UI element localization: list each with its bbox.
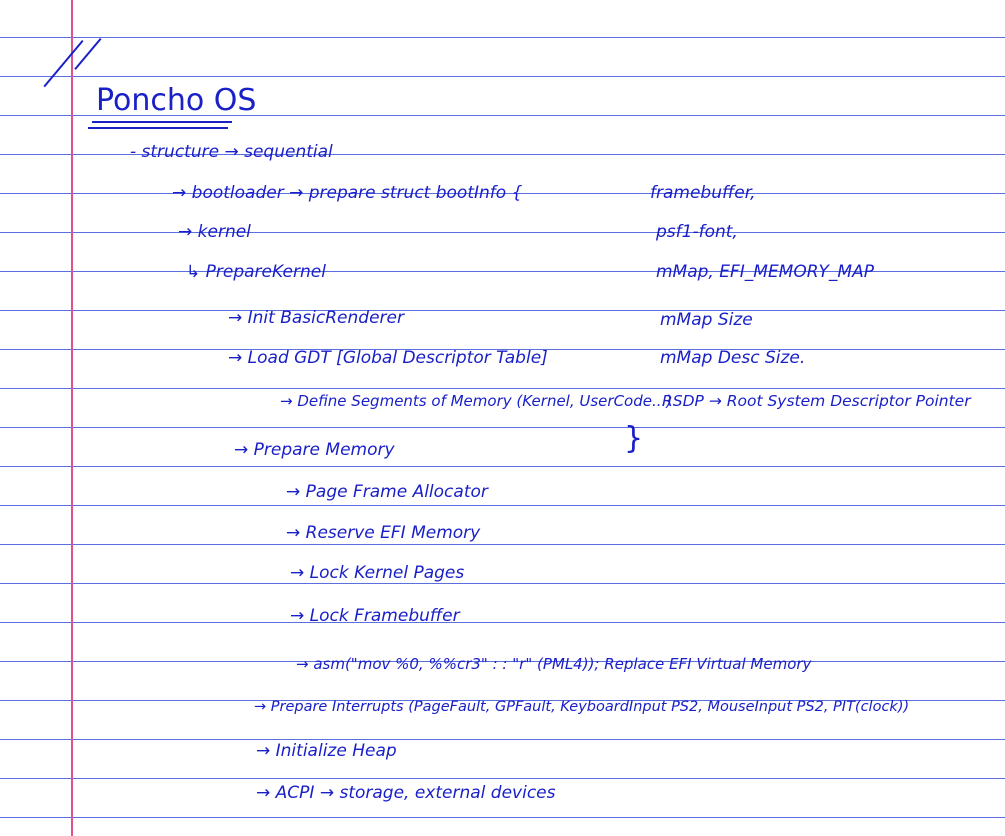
bootinfo-field: psf1-font,: [656, 222, 738, 242]
bootinfo-field: framebuffer,: [650, 183, 756, 203]
note-line: → bootloader → prepare struct bootInfo {: [172, 183, 523, 203]
note-line: → Prepare Memory: [234, 440, 395, 460]
note-line: → Define Segments of Memory (Kernel, Use…: [280, 392, 673, 410]
note-line: → kernel: [178, 222, 251, 242]
note-line: → Lock Framebuffer: [290, 606, 460, 626]
closing-brace: }: [624, 421, 644, 456]
note-line: → Load GDT [Global Descriptor Table]: [228, 348, 548, 368]
note-line: ↳ PrepareKernel: [186, 262, 326, 282]
bootinfo-field: mMap Desc Size.: [660, 348, 806, 368]
bootinfo-field: mMap Size: [660, 310, 753, 330]
bootinfo-field: RSDP → Root System Descriptor Pointer: [662, 392, 971, 410]
margin-line: [71, 0, 73, 836]
note-line: → Page Frame Allocator: [286, 482, 488, 502]
note-line: → Initialize Heap: [256, 741, 397, 761]
note-line: → asm("mov %0, %%cr3" : : "r" (PML4)); R…: [296, 655, 812, 673]
note-line: → Prepare Interrupts (PageFault, GPFault…: [254, 699, 910, 715]
title-underline-1: [92, 121, 232, 123]
note-line: → Lock Kernel Pages: [290, 563, 465, 583]
note-line: → Reserve EFI Memory: [286, 523, 481, 543]
note-line: → ACPI → storage, external devices: [256, 783, 556, 803]
note-line: → Init BasicRenderer: [228, 308, 404, 328]
page-title: Poncho OS: [96, 83, 257, 118]
bootinfo-field: mMap, EFI_MEMORY_MAP: [656, 262, 874, 282]
note-line: - structure → sequential: [130, 142, 333, 162]
title-underline-2: [88, 127, 228, 129]
